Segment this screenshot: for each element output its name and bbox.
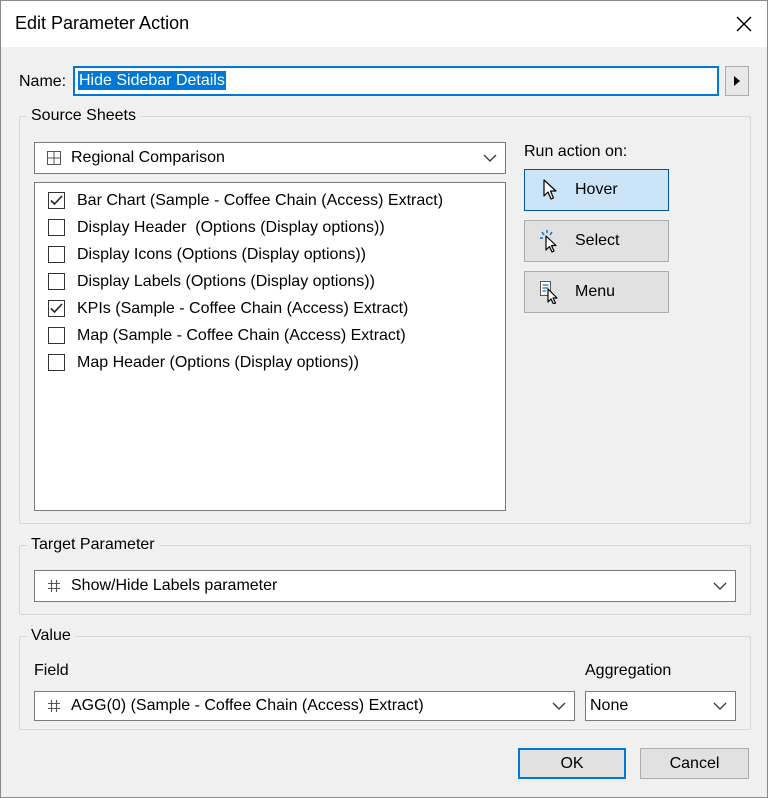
sheet-label: Map Header (Options (Display options)) <box>77 353 359 371</box>
close-button[interactable] <box>721 1 767 47</box>
field-select[interactable]: AGG(0) (Sample - Coffee Chain (Access) E… <box>34 691 575 721</box>
dashboard-select-value: Regional Comparison <box>71 149 225 166</box>
close-icon <box>736 16 752 32</box>
field-label: Field <box>34 662 69 679</box>
select-click-icon <box>525 229 575 253</box>
cancel-button[interactable]: Cancel <box>640 748 749 779</box>
chevron-down-icon <box>544 702 574 710</box>
list-item[interactable]: KPIs (Sample - Coffee Chain (Access) Ext… <box>35 295 505 322</box>
list-item[interactable]: Bar Chart (Sample - Coffee Chain (Access… <box>35 187 505 214</box>
target-parameter-value: Show/Hide Labels parameter <box>71 577 278 594</box>
menu-label: Menu <box>575 283 616 300</box>
title-bar: Edit Parameter Action <box>1 1 767 47</box>
dashboard-select[interactable]: Regional Comparison <box>34 142 506 174</box>
run-on-menu-button[interactable]: Menu <box>524 271 669 313</box>
aggregation-select[interactable]: None <box>585 691 736 721</box>
checkbox-checked[interactable] <box>48 192 65 209</box>
hover-label: Hover <box>575 181 618 198</box>
checkbox[interactable] <box>48 273 65 290</box>
target-parameter-title: Target Parameter <box>27 536 159 554</box>
checkbox[interactable] <box>48 354 65 371</box>
insert-field-button[interactable] <box>725 66 749 96</box>
hover-cursor-icon <box>525 179 575 201</box>
field-value: AGG(0) (Sample - Coffee Chain (Access) E… <box>71 697 424 714</box>
aggregation-label: Aggregation <box>585 662 672 679</box>
value-title: Value <box>27 627 75 645</box>
chevron-down-icon <box>705 582 735 590</box>
sheet-label: Map (Sample - Coffee Chain (Access) Extr… <box>77 326 406 344</box>
name-input-value: Hide Sidebar Details <box>78 71 226 90</box>
caret-right-icon <box>734 76 740 86</box>
menu-cursor-icon <box>525 280 575 304</box>
target-parameter-select[interactable]: Show/Hide Labels parameter <box>34 570 736 602</box>
checkbox[interactable] <box>48 219 65 236</box>
chevron-down-icon <box>705 702 735 710</box>
list-item[interactable]: Map Header (Options (Display options)) <box>35 349 505 376</box>
source-sheets-title: Source Sheets <box>27 107 140 125</box>
sheet-label: Display Labels (Options (Display options… <box>77 272 375 290</box>
checkbox-checked[interactable] <box>48 300 65 317</box>
grid-icon <box>41 150 67 166</box>
run-on-select-button[interactable]: Select <box>524 220 669 262</box>
ok-label: OK <box>560 754 584 772</box>
list-item[interactable]: Display Labels (Options (Display options… <box>35 268 505 295</box>
sheet-label: Display Icons (Options (Display options)… <box>77 245 366 263</box>
list-item[interactable]: Display Icons (Options (Display options)… <box>35 241 505 268</box>
name-label: Name: <box>19 73 67 90</box>
sheet-label: Bar Chart (Sample - Coffee Chain (Access… <box>77 191 444 209</box>
edit-parameter-action-dialog: Edit Parameter Action Name: Hide Sidebar… <box>0 0 768 798</box>
checkmark-icon <box>50 303 63 314</box>
checkbox[interactable] <box>48 327 65 344</box>
dialog-title: Edit Parameter Action <box>15 13 190 33</box>
hash-icon <box>41 699 67 713</box>
chevron-down-icon <box>475 154 505 162</box>
list-item[interactable]: Display Header (Options (Display options… <box>35 214 505 241</box>
checkbox[interactable] <box>48 246 65 263</box>
sheet-label: KPIs (Sample - Coffee Chain (Access) Ext… <box>77 299 409 317</box>
list-item[interactable]: Map (Sample - Coffee Chain (Access) Extr… <box>35 322 505 349</box>
checkmark-icon <box>50 195 63 206</box>
select-label: Select <box>575 232 620 249</box>
ok-button[interactable]: OK <box>518 748 626 779</box>
aggregation-value: None <box>590 697 629 714</box>
name-input[interactable]: Hide Sidebar Details <box>73 66 719 96</box>
hash-icon <box>41 579 67 593</box>
run-action-label: Run action on: <box>524 143 628 160</box>
source-sheets-list[interactable]: Bar Chart (Sample - Coffee Chain (Access… <box>34 182 506 511</box>
cancel-label: Cancel <box>669 754 720 772</box>
sheet-label: Display Header (Options (Display options… <box>77 218 385 236</box>
run-on-hover-button[interactable]: Hover <box>524 169 669 211</box>
